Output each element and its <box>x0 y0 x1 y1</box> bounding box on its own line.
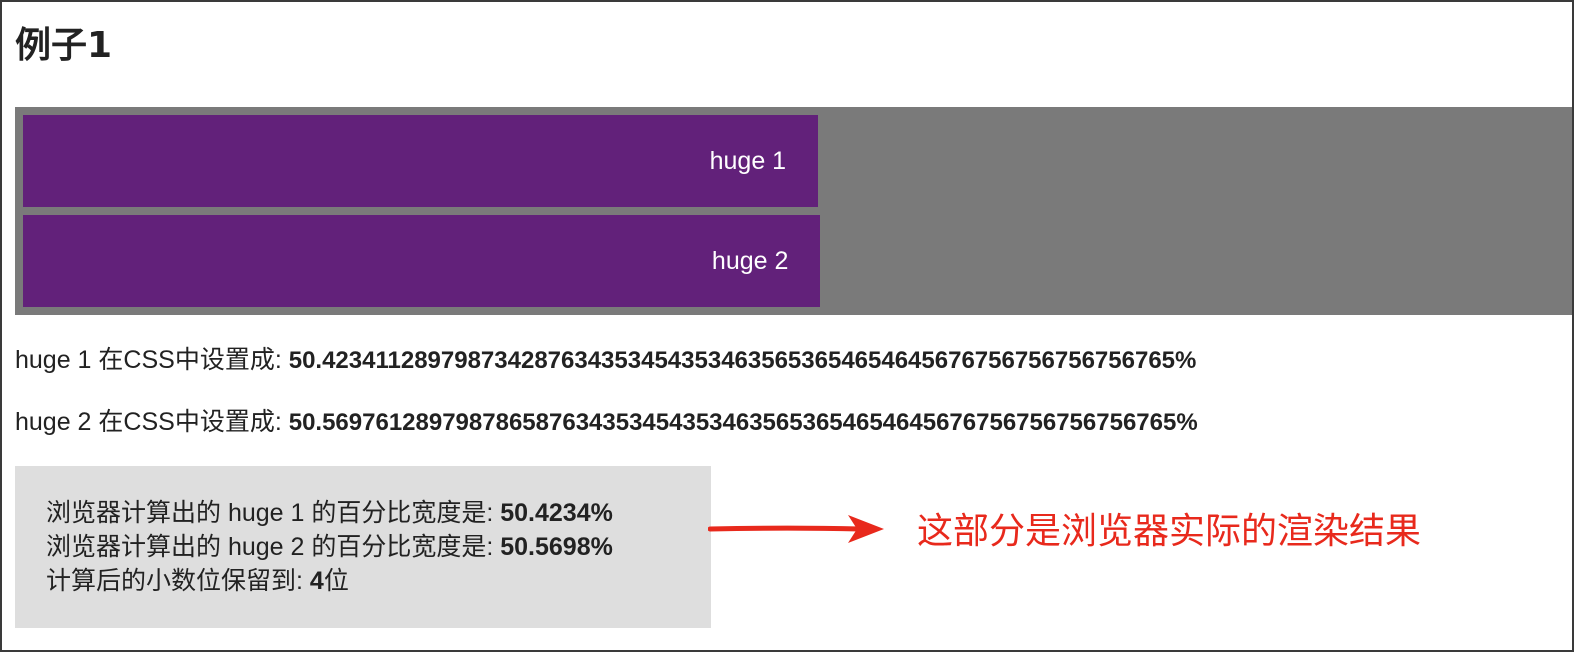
huge-2-computed-value: 50.5698% <box>500 533 613 561</box>
huge-2-computed-prefix: 浏览器计算出的 huge 2 的百分比宽度是: <box>46 533 501 561</box>
huge-1-computed-line: 浏览器计算出的 huge 1 的百分比宽度是: 50.4234% <box>46 496 711 530</box>
decimal-places-value: 4 <box>309 567 324 595</box>
decimal-places-prefix: 计算后的小数位保留到: <box>46 567 310 595</box>
render-result-box: 浏览器计算出的 huge 1 的百分比宽度是: 50.4234% 浏览器计算出的… <box>15 466 711 628</box>
huge-1-css-prefix: huge 1 在CSS中设置成: <box>15 346 289 374</box>
huge-1-label: huge 1 <box>709 147 787 175</box>
huge-2-computed-line: 浏览器计算出的 huge 2 的百分比宽度是: 50.5698% <box>46 530 711 564</box>
huge-2-css-value: 50.5697612897987865876343534543534635653… <box>288 409 1198 436</box>
huge-1-computed-prefix: 浏览器计算出的 huge 1 的百分比宽度是: <box>46 499 501 527</box>
huge-1-css-setting: huge 1 在CSS中设置成: 50.42341128979873428763… <box>15 343 1196 378</box>
bars-container: huge 1 huge 2 <box>15 107 1572 315</box>
decimal-places-line: 计算后的小数位保留到: 4位 <box>46 564 711 598</box>
page-frame: 例子1 huge 1 huge 2 huge 1 在CSS中设置成: 50.42… <box>0 0 1574 652</box>
render-result-annotation: 这部分是浏览器实际的渲染结果 <box>917 511 1422 552</box>
huge-2-css-prefix: huge 2 在CSS中设置成: <box>15 408 289 436</box>
page-title: 例子1 <box>15 25 113 66</box>
right-arrow-icon <box>708 515 884 543</box>
huge-1-computed-value: 50.4234% <box>500 499 613 527</box>
huge-2-css-setting: huge 2 在CSS中设置成: 50.56976128979878658763… <box>15 405 1198 440</box>
arrow-shaft <box>708 525 863 532</box>
huge-2-label: huge 2 <box>711 247 789 275</box>
huge-1-css-value: 50.4234112897987342876343534543534635653… <box>288 347 1197 374</box>
huge-1-bar: huge 1 <box>23 115 819 207</box>
huge-2-bar: huge 2 <box>23 215 821 307</box>
decimal-places-suffix: 位 <box>323 567 349 595</box>
